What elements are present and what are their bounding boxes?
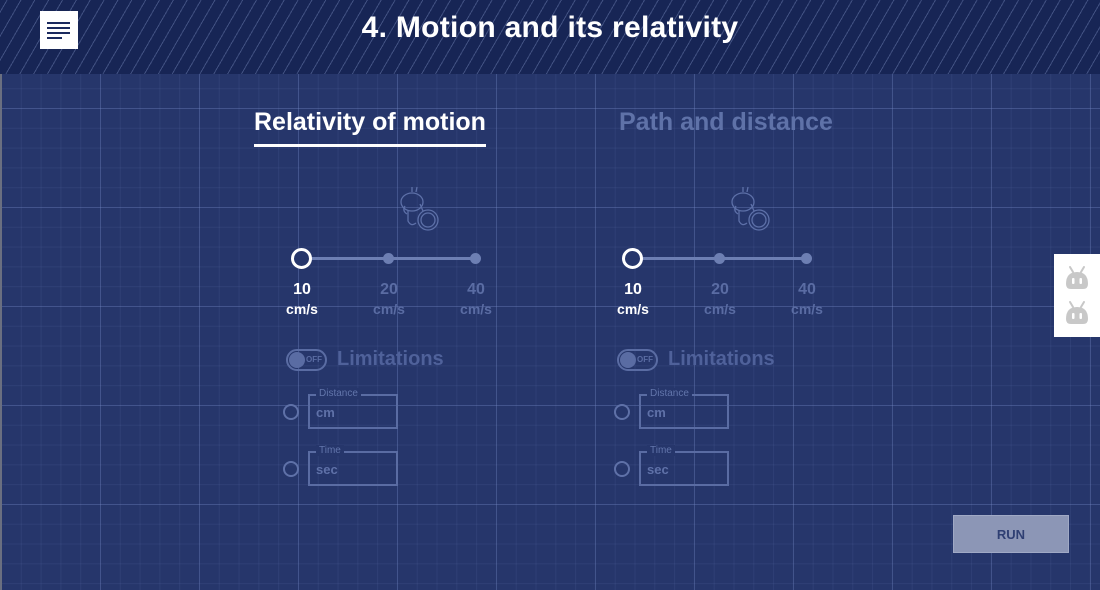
time-row: Time — [283, 445, 398, 486]
time-field: Time — [308, 445, 398, 486]
speed-unit: cm/s — [791, 301, 823, 317]
speed-value: 10 — [624, 281, 642, 298]
distance-input[interactable] — [647, 405, 723, 420]
panel-path-distance: 10 cm/s 20 cm/s 40 cm/s OFF Limitations … — [611, 180, 871, 500]
robot-icon — [731, 186, 770, 231]
speed-slider[interactable] — [621, 248, 812, 269]
distance-input[interactable] — [316, 405, 392, 420]
speed-slider[interactable] — [290, 248, 481, 269]
run-button[interactable]: RUN — [953, 515, 1069, 553]
speed-unit: cm/s — [617, 301, 649, 317]
time-row: Time — [614, 445, 729, 486]
slider-stop-20[interactable] — [714, 253, 725, 264]
limitations-toggle[interactable]: OFF — [286, 348, 327, 371]
time-radio[interactable] — [283, 460, 299, 477]
distance-radio[interactable] — [614, 403, 630, 420]
robot-icon — [400, 186, 439, 231]
speed-value: 20 — [711, 281, 729, 298]
toggle-state: OFF — [306, 354, 322, 364]
distance-field: Distance — [639, 388, 729, 429]
speed-stop-label[interactable]: 20 cm/s — [690, 281, 750, 317]
time-input[interactable] — [316, 462, 392, 477]
slider-knob[interactable] — [291, 248, 312, 269]
distance-row: Distance — [283, 388, 398, 429]
speed-value: 40 — [467, 281, 485, 298]
limitations-row: OFF Limitations — [617, 348, 775, 371]
distance-legend: Distance — [647, 388, 692, 399]
speed-stop-label[interactable]: 20 cm/s — [359, 281, 419, 317]
grid-background — [0, 74, 1100, 590]
limitations-label: Limitations — [337, 348, 444, 370]
speed-value: 40 — [798, 281, 816, 298]
time-field: Time — [639, 445, 729, 486]
toggle-thumb — [620, 351, 636, 368]
time-legend: Time — [316, 445, 344, 456]
distance-radio[interactable] — [283, 403, 299, 420]
window-edge — [0, 0, 2, 590]
tab-relativity-of-motion[interactable]: Relativity of motion — [254, 108, 486, 147]
side-toolbar — [1054, 254, 1100, 337]
slider-knob[interactable] — [622, 248, 643, 269]
distance-field: Distance — [308, 388, 398, 429]
speed-unit: cm/s — [460, 301, 492, 317]
distance-row: Distance — [614, 388, 729, 429]
header-bar: 4. Motion and its relativity — [0, 0, 1100, 74]
time-radio[interactable] — [614, 460, 630, 477]
speed-stop-label[interactable]: 40 cm/s — [446, 281, 506, 317]
tab-path-and-distance[interactable]: Path and distance — [619, 108, 833, 144]
time-legend: Time — [647, 445, 675, 456]
speed-unit: cm/s — [286, 301, 318, 317]
time-input[interactable] — [647, 462, 723, 477]
limitations-toggle[interactable]: OFF — [617, 348, 658, 371]
speed-unit: cm/s — [373, 301, 405, 317]
speed-stop-label[interactable]: 40 cm/s — [777, 281, 837, 317]
robot-head-icon[interactable] — [1062, 264, 1092, 292]
limitations-row: OFF Limitations — [286, 348, 444, 371]
panel-relativity: 10 cm/s 20 cm/s 40 cm/s OFF Limitations … — [280, 180, 540, 500]
slider-stop-40[interactable] — [470, 253, 481, 264]
page-title: 4. Motion and its relativity — [361, 11, 739, 44]
slider-stop-40[interactable] — [801, 253, 812, 264]
distance-legend: Distance — [316, 388, 361, 399]
toggle-thumb — [289, 351, 305, 368]
speed-value: 20 — [380, 281, 398, 298]
limitations-label: Limitations — [668, 348, 775, 370]
speed-value: 10 — [293, 281, 311, 298]
robot-head-icon[interactable] — [1062, 299, 1092, 327]
speed-unit: cm/s — [704, 301, 736, 317]
speed-stop-label[interactable]: 10 cm/s — [603, 281, 663, 317]
speed-stop-label[interactable]: 10 cm/s — [272, 281, 332, 317]
slider-stop-20[interactable] — [383, 253, 394, 264]
toggle-state: OFF — [637, 354, 653, 364]
